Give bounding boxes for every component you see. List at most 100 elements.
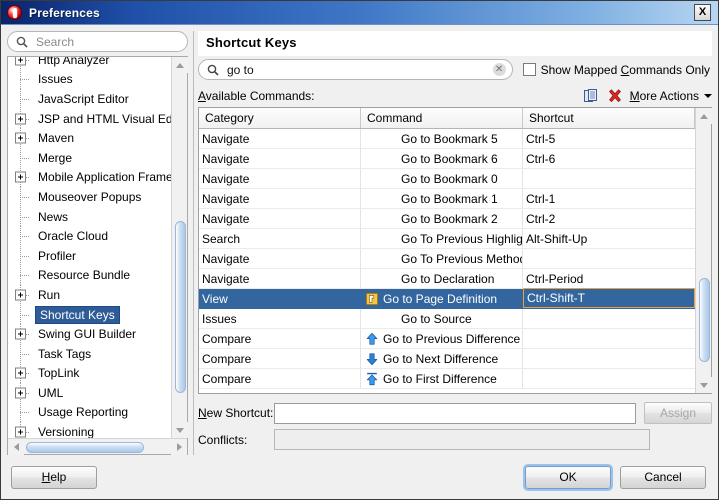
sidebar-item-usage-reporting[interactable]: Usage Reporting <box>8 402 171 423</box>
table-row[interactable]: Search Go To Previous Highlight Alt-Shift-… <box>199 229 695 249</box>
table-row[interactable]: Navigate Go to Declaration Ctrl-Period <box>199 269 695 289</box>
sidebar-item-profiler[interactable]: Profiler <box>8 245 171 266</box>
table-scroll-up-button[interactable] <box>695 108 712 124</box>
ok-button[interactable]: OK <box>525 465 611 489</box>
new-shortcut-input[interactable] <box>274 402 636 424</box>
expand-plus-icon[interactable] <box>15 57 26 66</box>
tree-nodes[interactable]: Http Analyzer Issues JavaScript Editor JSP … <box>8 57 171 438</box>
sidebar-item-swing-gui-builder[interactable]: Swing GUI Builder <box>8 324 171 344</box>
more-actions-button[interactable]: More Actions <box>630 89 712 103</box>
cancel-button[interactable]: Cancel <box>620 465 706 489</box>
sidebar-search[interactable] <box>7 31 193 52</box>
sidebar-search-input[interactable] <box>34 33 193 50</box>
expand-plus-icon[interactable] <box>15 426 26 438</box>
expand-plus-icon[interactable] <box>15 367 26 379</box>
tree-horizontal-scrollbar[interactable] <box>8 438 187 455</box>
commands-table: Category Command Shortcut Navigate Go to … <box>198 107 712 394</box>
tree-hscroll-thumb[interactable] <box>26 441 144 453</box>
expand-plus-icon[interactable] <box>15 328 26 340</box>
table-row[interactable]: Navigate Go To Previous Method <box>199 249 695 269</box>
dialog-footer: Help OK Cancel <box>1 455 718 499</box>
available-commands-row: Available Commands: More Actions <box>198 88 712 104</box>
clear-icon[interactable]: ✕ <box>492 63 506 76</box>
sidebar-item-label: Http Analyzer <box>38 57 110 67</box>
sidebar-item-run[interactable]: Run <box>8 285 171 305</box>
tree-branch-line <box>20 79 29 81</box>
table-row[interactable]: Compare Go to Next Difference <box>199 349 695 369</box>
tree-scroll-thumb[interactable] <box>174 221 186 393</box>
column-header-command[interactable]: Command <box>361 108 523 128</box>
sidebar-item-merge[interactable]: Merge <box>8 147 171 168</box>
cell-category: Navigate <box>199 209 361 228</box>
tree-scroll-track[interactable] <box>172 73 188 422</box>
table-row[interactable]: View Go to Page Definition Ctrl-Shift-T <box>199 288 695 309</box>
table-row[interactable]: Navigate Go to Bookmark 5 Ctrl-5 <box>199 129 695 149</box>
sidebar-item-mobile-application-framework[interactable]: Mobile Application Framework <box>8 167 171 188</box>
sidebar-item-label: Issues <box>38 72 73 87</box>
commands-table-core: Category Command Shortcut Navigate Go to … <box>199 108 695 393</box>
column-header-shortcut[interactable]: Shortcut <box>523 108 695 128</box>
table-row[interactable]: Issues Go to Source <box>199 309 695 329</box>
expand-plus-icon[interactable] <box>15 132 26 144</box>
sidebar-item-oracle-cloud[interactable]: Oracle Cloud <box>8 226 171 246</box>
table-row[interactable]: Navigate Go to Bookmark 1 Ctrl-1 <box>199 189 695 209</box>
sidebar-item-label: Profiler <box>38 248 77 263</box>
cell-category: Compare <box>199 349 361 368</box>
copy-icon[interactable] <box>583 88 599 104</box>
cell-shortcut <box>523 329 695 348</box>
cell-category: Issues <box>199 309 361 328</box>
new-shortcut-row: New Shortcut: Assign <box>198 402 712 424</box>
table-scroll-thumb[interactable] <box>698 278 710 362</box>
oracle-logo-icon <box>7 5 22 20</box>
tree-hscroll-track[interactable] <box>24 439 171 455</box>
sidebar-item-jsp-and-html-visual-editor[interactable]: JSP and HTML Visual Editor <box>8 108 171 129</box>
command-search[interactable]: ✕ <box>198 59 513 80</box>
tree-scroll-down-button[interactable] <box>171 422 188 438</box>
sidebar-item-maven[interactable]: Maven <box>8 128 171 148</box>
new-shortcut-label: New Shortcut: <box>198 406 274 420</box>
table-scroll-down-button[interactable] <box>695 377 712 393</box>
cell-category: Navigate <box>199 149 361 168</box>
table-scroll-track[interactable] <box>696 124 712 377</box>
sidebar-item-uml[interactable]: UML <box>8 383 171 403</box>
sidebar-item-news[interactable]: News <box>8 206 171 227</box>
tree-vertical-scrollbar[interactable] <box>171 57 188 438</box>
expand-plus-icon[interactable] <box>15 387 26 399</box>
sidebar-item-task-tags[interactable]: Task Tags <box>8 343 171 364</box>
checkbox-box[interactable] <box>522 63 536 76</box>
sidebar-item-javascript-editor[interactable]: JavaScript Editor <box>8 89 171 109</box>
sidebar-item-mouseover-popups[interactable]: Mouseover Popups <box>8 187 171 207</box>
expand-plus-icon[interactable] <box>15 289 26 301</box>
tree-scroll-right-button[interactable] <box>171 438 187 455</box>
table-row[interactable]: Compare Go to First Difference <box>199 369 695 389</box>
close-icon[interactable]: X <box>694 4 711 21</box>
expand-plus-icon[interactable] <box>15 171 26 183</box>
sidebar-item-toplink[interactable]: TopLink <box>8 363 171 384</box>
tree-scroll-up-button[interactable] <box>171 57 188 73</box>
sidebar-item-resource-bundle[interactable]: Resource Bundle <box>8 265 171 286</box>
tree-scroll-left-button[interactable] <box>8 438 24 455</box>
delete-x-icon[interactable] <box>607 88 623 104</box>
table-vertical-scrollbar[interactable] <box>695 108 712 393</box>
column-header-category[interactable]: Category <box>199 108 361 128</box>
cell-shortcut: Ctrl-2 <box>526 211 556 226</box>
arrow-up-icon <box>699 113 708 119</box>
sidebar-item-shortcut-keys[interactable]: Shortcut Keys <box>8 304 171 325</box>
panel-divider <box>193 31 194 455</box>
table-row[interactable]: Navigate Go to Bookmark 0 <box>199 169 695 189</box>
table-row[interactable]: Compare Go to Previous Difference <box>199 329 695 349</box>
assign-button[interactable]: Assign <box>644 402 712 424</box>
help-button[interactable]: Help <box>11 465 97 489</box>
chevron-down-icon <box>704 94 712 98</box>
sidebar-item-versioning[interactable]: Versioning <box>8 422 171 438</box>
expand-plus-icon[interactable] <box>15 113 26 125</box>
sidebar-item-issues[interactable]: Issues <box>8 69 171 90</box>
table-row[interactable]: Navigate Go to Bookmark 6 Ctrl-6 <box>199 149 695 169</box>
table-row[interactable]: Navigate Go to Bookmark 2 Ctrl-2 <box>199 209 695 229</box>
sidebar-item-http-analyzer[interactable]: Http Analyzer <box>8 57 171 70</box>
show-mapped-commands-checkbox[interactable]: Show Mapped Commands Only <box>522 63 712 77</box>
command-search-input[interactable] <box>225 61 493 78</box>
cell-shortcut <box>523 369 695 388</box>
cell-command: Go to Next Difference <box>361 349 523 368</box>
cell-command: Go to Declaration <box>361 269 523 288</box>
